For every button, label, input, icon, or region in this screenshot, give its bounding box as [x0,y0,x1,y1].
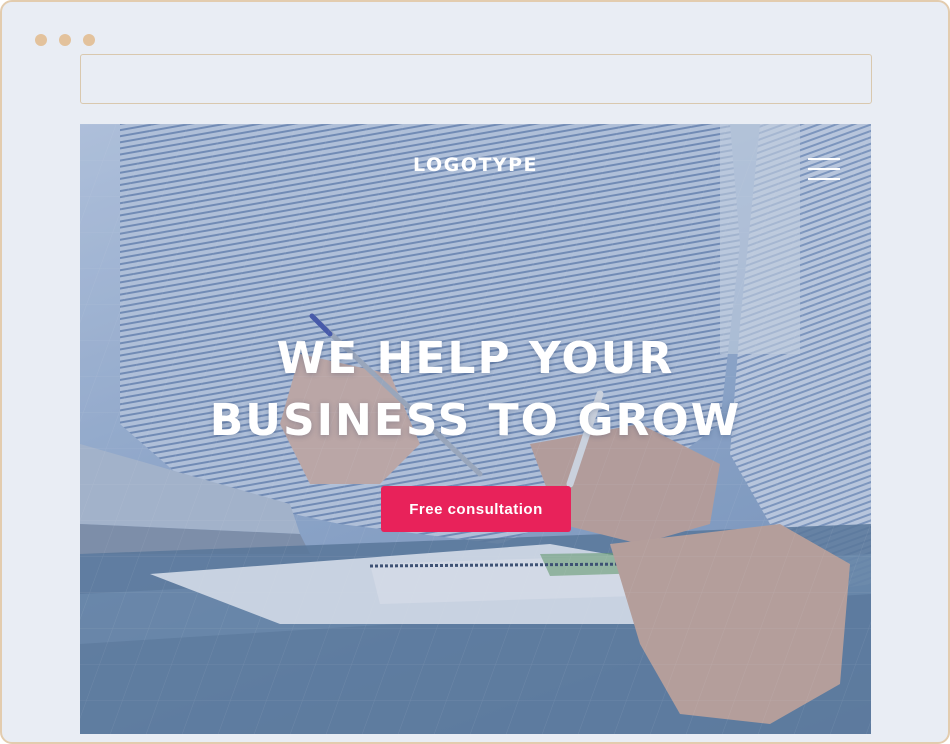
window-controls [35,34,95,46]
hero-section: LOGOTYPE WE HELP YOUR BUSINESS TO GROW F… [80,124,871,734]
window-dot-minimize[interactable] [59,34,71,46]
browser-window: LOGOTYPE WE HELP YOUR BUSINESS TO GROW F… [0,0,950,744]
window-dot-maximize[interactable] [83,34,95,46]
window-dot-close[interactable] [35,34,47,46]
menu-line [808,178,840,180]
menu-line [808,158,840,160]
address-bar[interactable] [80,54,872,104]
headline-line-1: WE HELP YOUR [276,333,675,384]
free-consultation-button[interactable]: Free consultation [381,486,571,532]
hamburger-menu-icon[interactable] [806,156,842,182]
logotype[interactable]: LOGOTYPE [80,154,871,176]
hero-headline: WE HELP YOUR BUSINESS TO GROW [80,328,871,452]
headline-line-2: BUSINESS TO GROW [209,395,742,446]
menu-line [808,168,840,170]
